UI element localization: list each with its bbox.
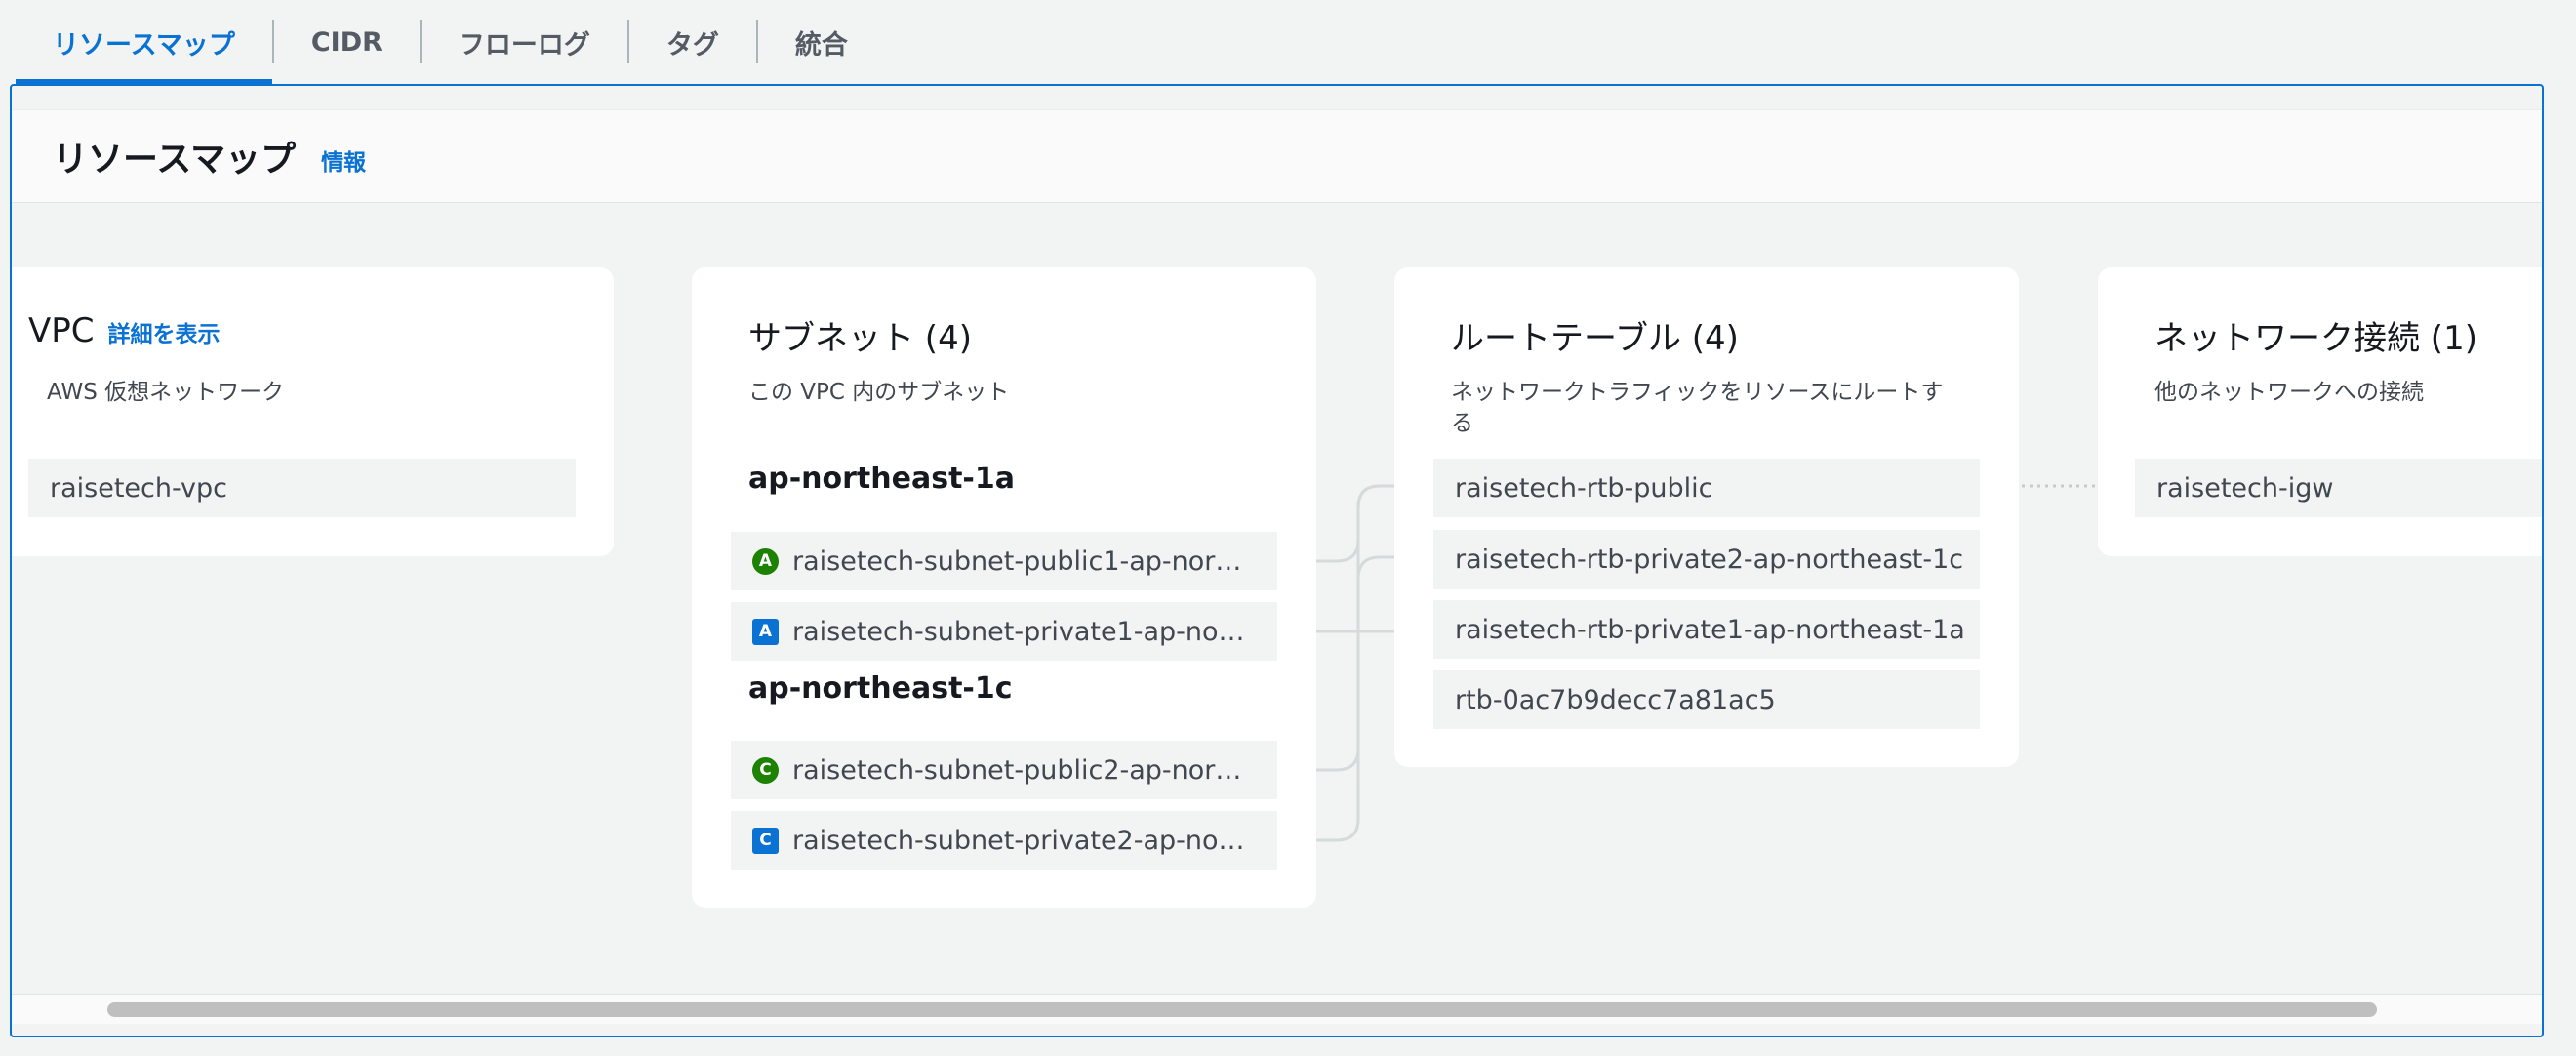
vpc-card: VPC 詳細を表示 AWS 仮想ネットワーク raisetech-vpc [12, 267, 614, 556]
card-title: ネットワーク接続 (1) [2154, 319, 2477, 358]
route-table-item[interactable]: raisetech-rtb-private2-ap-northeast-1c [1433, 530, 1980, 589]
vpc-card-header: VPC 詳細を表示 [28, 311, 221, 350]
subnet-item-label: raisetech-subnet-private1-ap-northeast-1… [792, 616, 1248, 647]
route-table-card: ルートテーブル (4) ネットワークトラフィックをリソースにルートする rais… [1394, 267, 2019, 767]
subnet-item-label: raisetech-subnet-public2-ap-northeast-1c [792, 754, 1248, 786]
subnet-item[interactable]: A raisetech-subnet-private1-ap-northeast… [731, 602, 1277, 661]
private-subnet-badge-icon: C [752, 827, 779, 854]
resource-map-panel: リソースマップ 情報 VPC 詳細を表示 AWS 仮想ネットワーク raisete… [10, 84, 2544, 1037]
scrollbar-thumb[interactable] [107, 1002, 2377, 1017]
vpc-item[interactable]: raisetech-vpc [28, 459, 576, 517]
tab-integrations[interactable]: 統合 [758, 0, 885, 84]
subnet-item[interactable]: C raisetech-subnet-private2-ap-northeast… [731, 811, 1277, 870]
card-subtitle: ネットワークトラフィックをリソースにルートする [1451, 380, 1944, 436]
subnet-item[interactable]: C raisetech-subnet-public2-ap-northeast-… [731, 741, 1277, 799]
card-title: ルートテーブル (4) [1451, 319, 1739, 358]
subnet-item[interactable]: A raisetech-subnet-public1-ap-northeast-… [731, 532, 1277, 590]
panel-header: リソースマップ 情報 [12, 109, 2542, 203]
subnet-card: サブネット (4) この VPC 内のサブネット ap-northeast-1a… [692, 267, 1316, 908]
network-connections-card: ネットワーク接続 (1) 他のネットワークへの接続 raisetech-igw [2098, 267, 2542, 556]
network-connection-item[interactable]: raisetech-igw [2135, 459, 2542, 517]
route-table-item-label: raisetech-rtb-private1-ap-northeast-1a [1455, 614, 1965, 645]
card-subtitle: この VPC 内のサブネット [748, 380, 1010, 405]
tab-resource-map[interactable]: リソースマップ [16, 0, 272, 84]
private-subnet-badge-icon: A [752, 618, 779, 645]
vpc-item-label: raisetech-vpc [50, 472, 227, 504]
tab-flow-logs[interactable]: フローログ [422, 0, 627, 84]
horizontal-scrollbar[interactable] [12, 994, 2542, 1024]
subnet-item-label: raisetech-subnet-public1-ap-northeast-1a [792, 546, 1248, 577]
page-title: リソースマップ [53, 140, 297, 180]
route-table-item-label: rtb-0ac7b9decc7a81ac5 [1455, 684, 1776, 715]
card-title: VPC [28, 311, 95, 350]
card-subtitle: AWS 仮想ネットワーク [47, 380, 285, 405]
subnet-item-label: raisetech-subnet-private2-ap-northeast-1… [792, 825, 1248, 856]
availability-zone-label: ap-northeast-1a [748, 462, 1015, 496]
tab-cidr[interactable]: CIDR [274, 0, 420, 84]
tab-bar: リソースマップ CIDR フローログ タグ 統合 [16, 0, 885, 84]
route-table-item[interactable]: raisetech-rtb-public [1433, 459, 1980, 517]
public-subnet-badge-icon: C [752, 756, 779, 784]
card-title: サブネット (4) [748, 319, 972, 358]
tab-tags[interactable]: タグ [629, 0, 756, 84]
availability-zone-label: ap-northeast-1c [748, 671, 1013, 706]
route-table-item-label: raisetech-rtb-public [1455, 472, 1713, 504]
view-details-link[interactable]: 詳細を表示 [108, 322, 221, 347]
info-link[interactable]: 情報 [321, 143, 366, 177]
route-table-item-label: raisetech-rtb-private2-ap-northeast-1c [1455, 544, 1964, 575]
route-table-item[interactable]: raisetech-rtb-private1-ap-northeast-1a [1433, 600, 1980, 659]
network-connection-item-label: raisetech-igw [2156, 472, 2334, 504]
public-subnet-badge-icon: A [752, 548, 779, 575]
route-table-item[interactable]: rtb-0ac7b9decc7a81ac5 [1433, 670, 1980, 729]
card-subtitle: 他のネットワークへの接続 [2154, 380, 2424, 405]
